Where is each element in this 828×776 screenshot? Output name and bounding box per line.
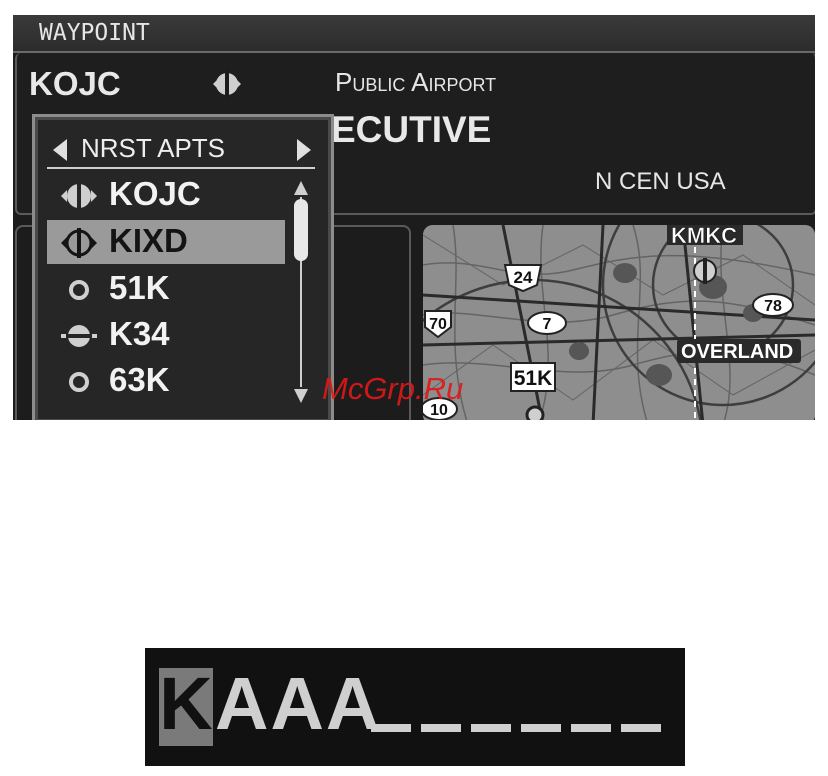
popup-title: NRST APTS — [81, 133, 226, 163]
navigation-map[interactable]: 24 70 7 78 10 KMKC OVERLAND 51K — [423, 225, 815, 420]
popup-title-row: NRST APTS — [47, 131, 315, 169]
airport-marker-icon — [525, 405, 545, 420]
list-item-kojc[interactable]: KOJC — [47, 173, 285, 217]
entry-blank-slot — [621, 724, 661, 732]
entry-blank-slot — [371, 724, 411, 732]
scroll-thumb[interactable] — [294, 199, 308, 261]
map-graphic: 24 70 7 78 10 KMKC OVERLAND 51K — [423, 225, 815, 420]
entry-blank-slot — [521, 724, 561, 732]
scroll-down-icon[interactable] — [294, 389, 308, 403]
entry-blank-slot — [471, 724, 511, 732]
towered-airport-icon — [61, 181, 97, 211]
ident-entry-field[interactable]: K AAA — [145, 648, 685, 766]
waypoint-page-header: WAYPOINT — [13, 15, 815, 53]
watermark: McGrp.Ru — [322, 371, 464, 406]
scrollbar[interactable] — [292, 179, 310, 405]
51k-label: 51K — [514, 367, 553, 390]
airport-name: ECUTIVE — [331, 109, 492, 150]
highway-24-label: 24 — [514, 268, 533, 287]
highway-78-label: 78 — [764, 298, 782, 315]
arrow-right-icon[interactable] — [297, 139, 311, 161]
list-item-k34[interactable]: K34 — [47, 313, 285, 357]
highway-7-shield: 7 — [527, 311, 567, 335]
list-item-label: KOJC — [109, 175, 201, 212]
airport-type: Public Airport — [335, 67, 497, 97]
nearest-airports-popup[interactable]: NRST APTS KOJC KIXD 51K K34 63K — [32, 114, 334, 420]
entry-typed-text: AAA — [215, 662, 382, 745]
arrow-left-icon[interactable] — [53, 139, 67, 161]
highway-70-label: 70 — [429, 316, 447, 333]
airport-ident[interactable]: KOJC — [29, 65, 121, 103]
scroll-up-icon[interactable] — [294, 181, 308, 195]
highway-78-shield: 78 — [752, 293, 794, 317]
entry-blank-slot — [421, 724, 461, 732]
page-title: WAYPOINT — [39, 20, 150, 46]
towered-airport-icon — [61, 228, 97, 258]
list-item-label: KIXD — [109, 222, 188, 259]
list-item-51k[interactable]: 51K — [47, 267, 285, 311]
kmkc-airport-icon — [693, 258, 717, 284]
list-item-label: 51K — [109, 269, 170, 306]
overland-label: OVERLAND — [681, 341, 793, 363]
soft-surface-airport-icon — [69, 372, 89, 392]
list-item-label: K34 — [109, 315, 170, 352]
towered-airport-icon — [213, 69, 241, 99]
kmkc-label: KMKC — [671, 225, 737, 248]
list-item-kixd[interactable]: KIXD — [47, 220, 285, 264]
soft-surface-airport-icon — [69, 280, 89, 300]
entry-blank-slot — [571, 724, 611, 732]
entry-cursor-char: K — [159, 662, 213, 745]
list-item-63k[interactable]: 63K — [47, 359, 285, 403]
list-item-label: 63K — [109, 361, 170, 398]
airport-region: N CEN USA — [595, 168, 726, 195]
highway-7-label: 7 — [543, 316, 552, 333]
mfd-screen: WAYPOINT KOJC Public Airport ECUTIVE N C… — [13, 15, 815, 420]
non-towered-airport-icon — [61, 325, 97, 347]
